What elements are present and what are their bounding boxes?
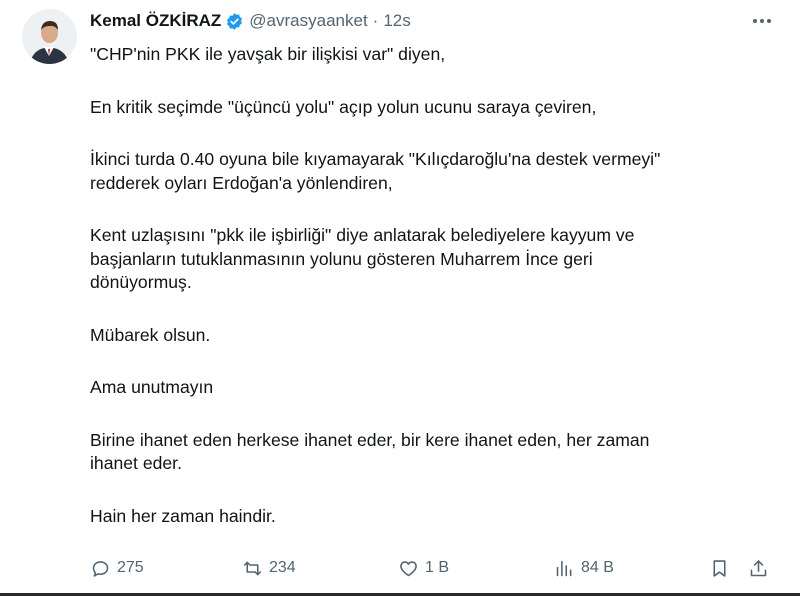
author-handle[interactable]: @avrasyaanket <box>249 11 367 31</box>
views-bar-chart-icon <box>556 560 572 576</box>
bookmark-button[interactable] <box>709 553 730 583</box>
reply-button[interactable]: 275 <box>90 553 144 583</box>
tweet-paragraph: Mübarek olsun. <box>90 324 211 345</box>
tweet-paragraph: Kent uzlaşısını "pkk ile işbirliği" diye… <box>90 225 635 292</box>
meta-separator: · <box>372 11 379 30</box>
tweet-paragraph: En kritik seçimde "üçüncü yolu" açıp yol… <box>90 96 597 117</box>
more-dots-icon <box>753 19 771 23</box>
views-count: 84 B <box>581 559 614 576</box>
verified-badge-icon <box>227 12 243 30</box>
views-button[interactable]: 84 B <box>554 553 614 583</box>
more-options-button[interactable] <box>745 9 779 33</box>
bookmark-icon <box>713 559 726 577</box>
heart-icon <box>400 560 417 576</box>
tweet-paragraph: İkinci turda 0.40 oyuna bile kıyamayarak… <box>90 149 661 193</box>
tweet-action-bar: 275 234 1 B 84 B <box>0 553 800 583</box>
author-name[interactable]: Kemal ÖZKİRAZ <box>90 11 221 31</box>
share-icon <box>750 559 767 576</box>
tweet-text: "CHP'nin PKK ile yavşak bir ilişkisi var… <box>90 43 770 557</box>
share-button[interactable] <box>748 553 769 583</box>
tweet-timestamp[interactable]: 12s <box>383 11 410 31</box>
repost-icon <box>243 561 262 575</box>
like-button[interactable]: 1 B <box>398 553 449 583</box>
tweet-paragraph: "CHP'nin PKK ile yavşak bir ilişkisi var… <box>90 44 446 64</box>
tweet-paragraph: Birine ihanet eden herkese ihanet eder, … <box>90 429 650 474</box>
tweet-paragraph: Hain her zaman haindir. <box>90 505 276 526</box>
reply-bubble-icon <box>92 560 109 577</box>
reply-count: 275 <box>117 559 144 576</box>
repost-button[interactable]: 234 <box>242 553 296 583</box>
repost-count: 234 <box>269 559 296 576</box>
author-avatar[interactable] <box>22 9 77 64</box>
like-count: 1 B <box>425 559 450 576</box>
tweet-header: Kemal ÖZKİRAZ @avrasyaanket · 12s <box>90 9 411 33</box>
tweet-paragraph: Ama unutmayın <box>90 377 214 397</box>
